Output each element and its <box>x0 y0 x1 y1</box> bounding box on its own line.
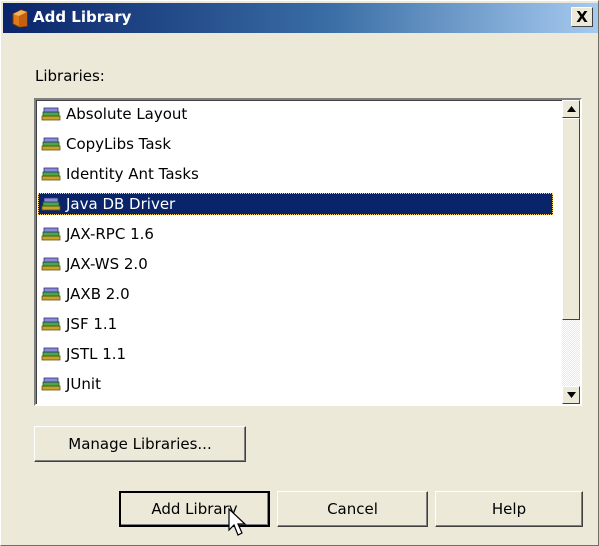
library-jar-icon <box>41 257 61 271</box>
manage-libraries-button[interactable]: Manage Libraries... <box>34 426 246 462</box>
close-button[interactable]: X <box>571 7 593 27</box>
libraries-list[interactable]: Absolute Layout CopyLibs Task Identity Ant… <box>34 98 582 406</box>
library-list-item[interactable]: Identity Ant Tasks <box>38 163 553 185</box>
scroll-down-button[interactable] <box>562 386 580 404</box>
add-library-dialog: Add Library X Libraries: Absolute Layout… <box>0 0 599 546</box>
library-jar-icon <box>41 167 61 181</box>
library-label: Identity Ant Tasks <box>66 165 199 183</box>
library-label: Java DB Driver <box>66 195 176 213</box>
library-label: JAX-WS 2.0 <box>66 255 148 273</box>
library-label: JSF 1.1 <box>66 315 118 333</box>
scroll-up-button[interactable] <box>562 100 580 118</box>
library-list-item[interactable]: CopyLibs Task <box>38 133 553 155</box>
library-jar-icon <box>41 227 61 241</box>
library-jar-icon <box>41 107 61 121</box>
library-label: JAXB 2.0 <box>66 285 130 303</box>
library-folder-icon <box>12 9 28 28</box>
library-list-item[interactable]: JAXB 2.0 <box>38 283 553 305</box>
scroll-thumb[interactable] <box>562 118 580 320</box>
library-label: JUnit <box>66 375 101 393</box>
library-jar-icon <box>41 377 61 391</box>
cancel-button[interactable]: Cancel <box>277 491 428 527</box>
mouse-cursor-icon <box>228 508 247 536</box>
dialog-title: Add Library <box>33 8 132 26</box>
library-jar-icon <box>41 317 61 331</box>
title-bar[interactable]: Add Library X <box>3 3 598 33</box>
library-list-item[interactable]: JSTL 1.1 <box>38 343 553 365</box>
library-list-item[interactable]: Absolute Layout <box>38 103 553 125</box>
library-list-item[interactable]: JAX-WS 2.0 <box>38 253 553 275</box>
library-list-item[interactable]: JUnit <box>38 373 553 395</box>
library-jar-icon <box>41 137 61 151</box>
help-button[interactable]: Help <box>435 491 583 527</box>
library-jar-icon <box>41 287 61 301</box>
library-list-item[interactable]: Java DB Driver <box>38 193 553 215</box>
library-jar-icon <box>41 197 61 211</box>
libraries-list-viewport: Absolute Layout CopyLibs Task Identity Ant… <box>36 100 562 404</box>
library-label: JSTL 1.1 <box>66 345 127 363</box>
close-icon: X <box>576 7 588 26</box>
library-label: Absolute Layout <box>66 105 188 123</box>
library-label: CopyLibs Task <box>66 135 172 153</box>
scroll-up-icon <box>566 106 576 112</box>
scroll-down-icon <box>566 392 576 398</box>
library-list-item[interactable]: JSF 1.1 <box>38 313 553 335</box>
library-list-item[interactable]: JAX-RPC 1.6 <box>38 223 553 245</box>
library-label: JAX-RPC 1.6 <box>66 225 154 243</box>
libraries-label: Libraries: <box>35 67 105 85</box>
vertical-scrollbar[interactable] <box>562 100 580 404</box>
library-jar-icon <box>41 347 61 361</box>
